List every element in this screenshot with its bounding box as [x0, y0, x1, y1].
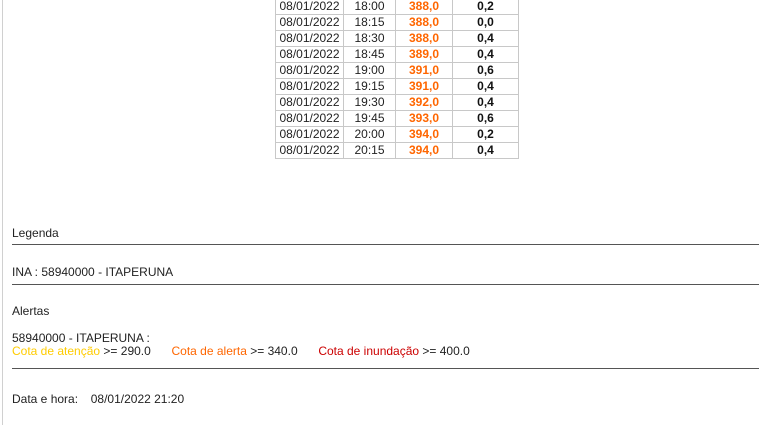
legend-title: Legenda: [12, 226, 59, 240]
reading-level: 391,0: [395, 78, 453, 95]
page-left-border: [2, 0, 3, 425]
table-row: 08/01/2022 19:15 391,0 0,4: [275, 78, 519, 95]
legend-divider: [12, 244, 759, 245]
flood-threshold-value: >= 400.0: [422, 344, 470, 358]
reading-level: 388,0: [395, 30, 453, 47]
reading-date: 08/01/2022: [275, 78, 344, 95]
reading-level: 391,0: [395, 62, 453, 79]
readings-table-container: 08/01/2022 18:00 388,0 0,2 08/01/2022 18:15 38…: [275, 0, 519, 159]
reading-date: 08/01/2022: [275, 110, 344, 127]
reading-rain: 0,4: [452, 78, 519, 95]
datetime-value: 08/01/2022 21:20: [90, 392, 185, 406]
reading-rain: 0,2: [452, 126, 519, 143]
reading-date: 08/01/2022: [275, 126, 344, 143]
table-row: 08/01/2022 18:00 388,0 0,2: [275, 0, 519, 15]
reading-date: 08/01/2022: [275, 46, 344, 63]
table-row: 08/01/2022 19:30 392,0 0,4: [275, 94, 519, 111]
reading-date: 08/01/2022: [275, 142, 344, 159]
reading-level: 394,0: [395, 142, 453, 159]
reading-rain: 0,4: [452, 94, 519, 111]
alerts-divider: [12, 368, 759, 369]
table-row: 08/01/2022 19:45 393,0 0,6: [275, 110, 519, 127]
reading-level: 389,0: [395, 46, 453, 63]
reading-rain: 0,4: [452, 142, 519, 159]
reading-date: 08/01/2022: [275, 62, 344, 79]
reading-time: 19:45: [343, 110, 396, 127]
datetime-label: Data e hora:: [12, 392, 79, 406]
table-row: 08/01/2022 18:45 389,0 0,4: [275, 46, 519, 63]
reading-time: 19:15: [343, 78, 396, 95]
reading-rain: 0,4: [452, 30, 519, 47]
alert-threshold-label: Cota de alerta: [171, 344, 247, 358]
reading-time: 18:30: [343, 30, 396, 47]
reading-level: 394,0: [395, 126, 453, 143]
reading-rain: 0,4: [452, 46, 519, 63]
reading-time: 18:45: [343, 46, 396, 63]
reading-date: 08/01/2022: [275, 14, 344, 31]
table-row: 08/01/2022 20:00 394,0 0,2: [275, 126, 519, 143]
reading-rain: 0,6: [452, 62, 519, 79]
reading-time: 18:15: [343, 14, 396, 31]
reading-level: 388,0: [395, 0, 453, 15]
reading-date: 08/01/2022: [275, 94, 344, 111]
attention-threshold-value: >= 290.0: [103, 344, 151, 358]
reading-time: 20:15: [343, 142, 396, 159]
alerts-title: Alertas: [12, 304, 50, 318]
attention-threshold-label: Cota de atenção: [12, 344, 101, 358]
reading-rain: 0,2: [452, 0, 519, 15]
readings-table-body: 08/01/2022 18:00 388,0 0,2 08/01/2022 18:15 38…: [275, 0, 519, 159]
table-row: 08/01/2022 18:30 388,0 0,4: [275, 30, 519, 47]
station-divider: [12, 284, 759, 285]
reading-level: 392,0: [395, 94, 453, 111]
reading-date: 08/01/2022: [275, 30, 344, 47]
alerts-thresholds: Cota de atenção >= 290.0 Cota de alerta …: [12, 344, 470, 358]
alerts-station: 58940000 - ITAPERUNA :: [12, 331, 150, 345]
datetime-row: Data e hora: 08/01/2022 21:20: [12, 392, 184, 406]
readings-table: 08/01/2022 18:00 388,0 0,2 08/01/2022 18:15 38…: [275, 0, 519, 159]
reading-time: 20:00: [343, 126, 396, 143]
reading-time: 19:00: [343, 62, 396, 79]
table-row: 08/01/2022 20:15 394,0 0,4: [275, 142, 519, 159]
reading-level: 388,0: [395, 14, 453, 31]
table-row: 08/01/2022 18:15 388,0 0,0: [275, 14, 519, 31]
reading-date: 08/01/2022: [275, 0, 344, 15]
legend-station-info: INA : 58940000 - ITAPERUNA: [12, 265, 174, 279]
reading-rain: 0,6: [452, 110, 519, 127]
reading-rain: 0,0: [452, 14, 519, 31]
table-row: 08/01/2022 19:00 391,0 0,6: [275, 62, 519, 79]
flood-threshold-label: Cota de inundação: [318, 344, 420, 358]
reading-time: 19:30: [343, 94, 396, 111]
reading-time: 18:00: [343, 0, 396, 15]
alert-threshold-value: >= 340.0: [250, 344, 298, 358]
reading-level: 393,0: [395, 110, 453, 127]
